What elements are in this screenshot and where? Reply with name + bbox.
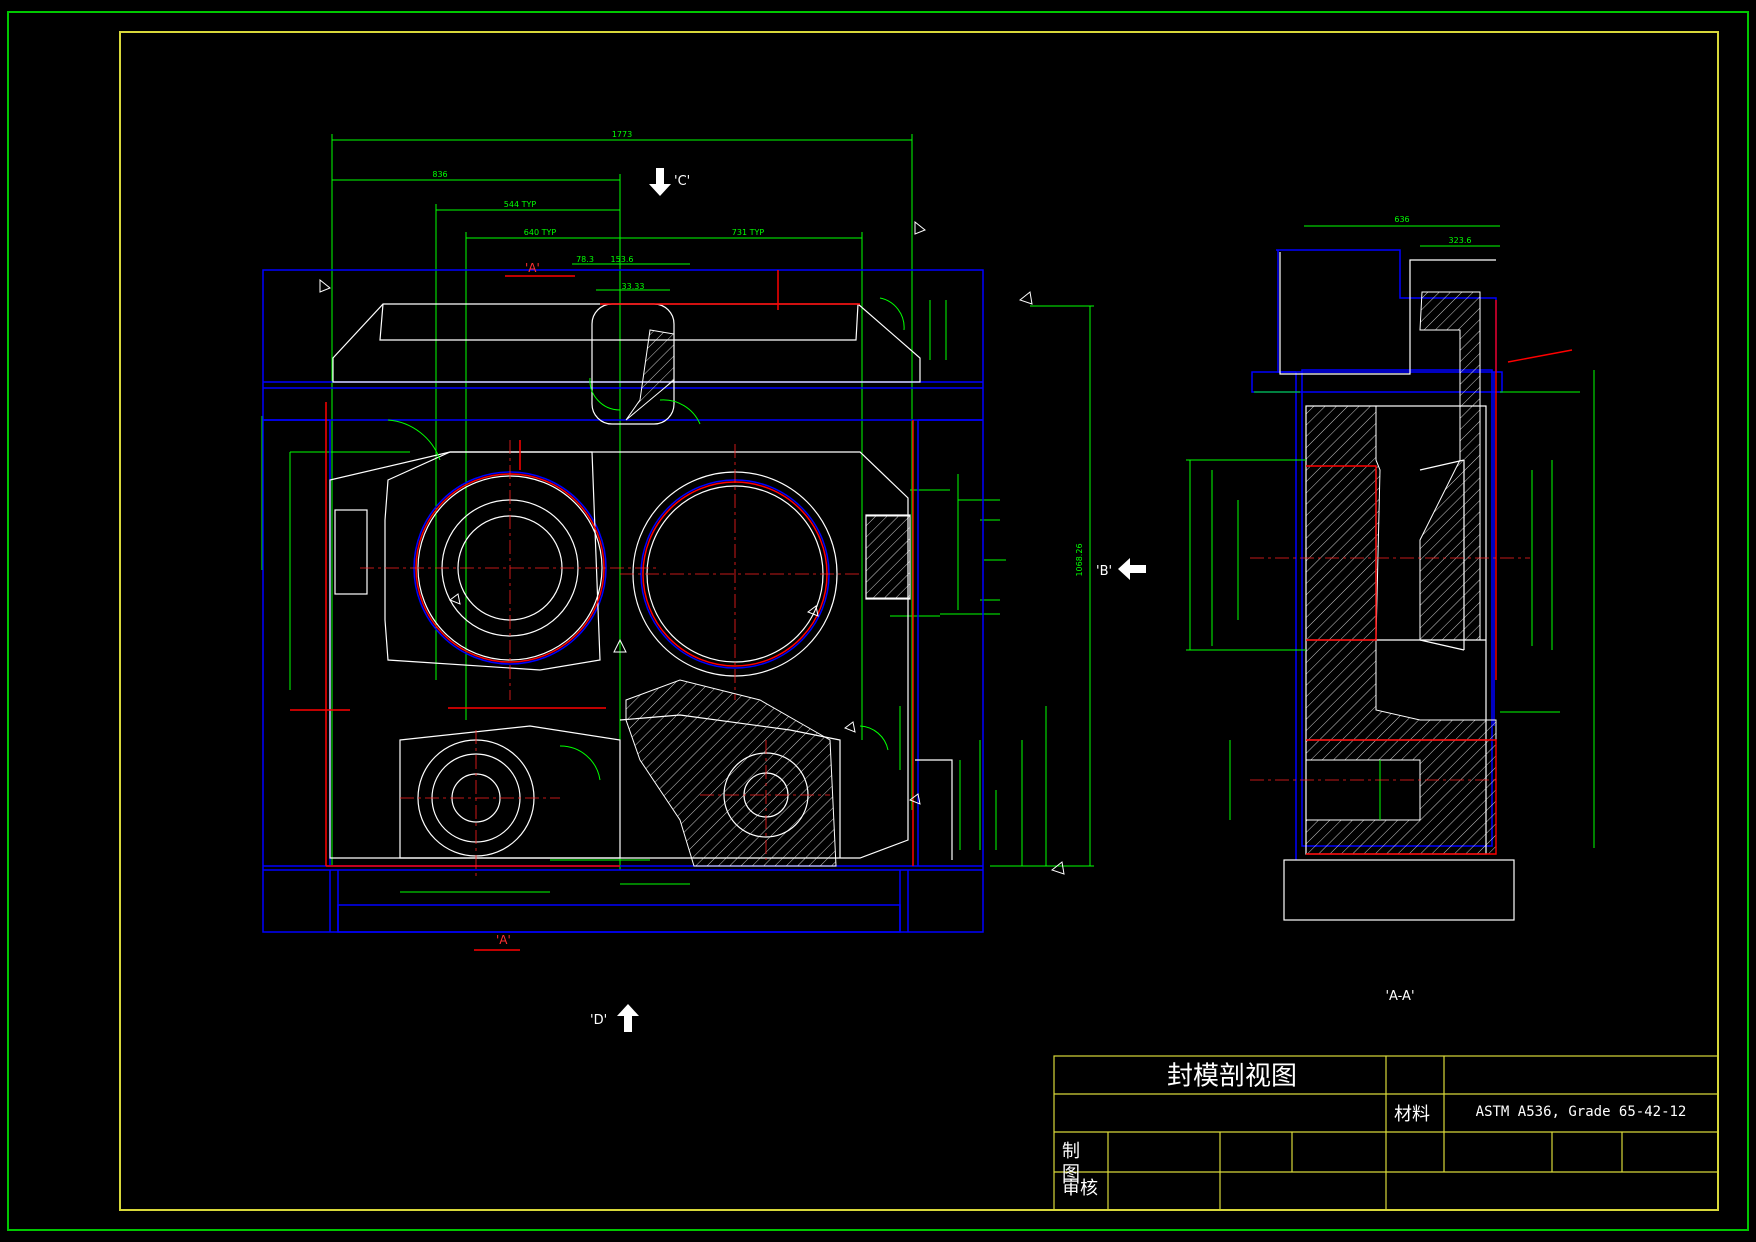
view-arrow-d-label: 'D' xyxy=(590,1013,607,1028)
dim-78: 78.3 xyxy=(576,255,594,264)
dim-overall-width: 1773 xyxy=(612,130,632,139)
view-arrow-b-label: 'B' xyxy=(1096,564,1112,579)
section-aa-label: 'A-A' xyxy=(1385,989,1414,1004)
main-view: 'C' 'D' 'B' 'A' 'A' 1773 836 544 TYP 640… xyxy=(261,130,1146,1032)
material-value: ASTM A536, Grade 65-42-12 xyxy=(1476,1104,1687,1120)
view-arrow-c-label: 'C' xyxy=(674,174,690,189)
dim-height-1068: 1068.26 xyxy=(1075,543,1084,576)
dim-836: 836 xyxy=(432,170,447,179)
title-block: 封模剖视图 材料 ASTM A536, Grade 65-42-12 制 图 审… xyxy=(1053,1055,1719,1211)
dim-33: 33.33 xyxy=(622,282,645,291)
section-aa-view: 636 323.6 'A-A' xyxy=(1186,215,1595,1004)
outer-frame xyxy=(7,11,1749,1231)
material-label: 材料 xyxy=(1394,1104,1430,1125)
section-a-top-label: 'A' xyxy=(525,261,540,275)
dim-544: 544 TYP xyxy=(504,200,537,209)
section-a-bottom-label: 'A' xyxy=(496,933,511,947)
dim-aa-636: 636 xyxy=(1394,215,1409,224)
drawn-label-1: 制 xyxy=(1062,1141,1080,1162)
dim-731: 731 TYP xyxy=(732,228,765,237)
dim-640: 640 TYP xyxy=(524,228,557,237)
drawing-title: 封模剖视图 xyxy=(1167,1062,1297,1092)
dim-aa-323: 323.6 xyxy=(1449,236,1472,245)
drawing-canvas: 'C' 'D' 'B' 'A' 'A' 1773 836 544 TYP 640… xyxy=(7,11,1749,1231)
dim-153: 153.6 xyxy=(611,255,634,264)
check-label: 审核 xyxy=(1062,1178,1098,1199)
